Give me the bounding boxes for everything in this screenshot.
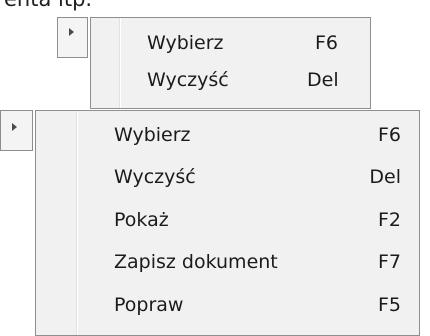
menu-item-popraw-shortcut: F5 xyxy=(377,294,401,316)
small-menu-item-wyczysc-label[interactable]: Wyczyść xyxy=(147,69,229,91)
large-menu-submenu-arrow-box[interactable] xyxy=(0,110,33,151)
menu-item-pokaz-label[interactable]: Pokaż xyxy=(114,209,169,231)
small-context-menu: Wybierz F6 Wyczyść Del xyxy=(90,17,371,109)
menu-item-popraw-label[interactable]: Popraw xyxy=(114,294,183,316)
small-menu-item-wyczysc-shortcut: Del xyxy=(307,69,339,91)
menu-item-zapisz-dokument-label[interactable]: Zapisz dokument xyxy=(114,251,278,273)
menu-item-zapisz-dokument-shortcut: F7 xyxy=(377,251,401,273)
menu-item-wyczysc-shortcut: Del xyxy=(369,166,401,188)
menu-item-pokaz-shortcut: F2 xyxy=(377,209,401,231)
menu-item-wyczysc-label[interactable]: Wyczyść xyxy=(114,166,196,188)
triangle-right-icon xyxy=(69,28,74,36)
small-menu-submenu-arrow-box[interactable] xyxy=(57,17,88,58)
small-menu-item-wybierz-shortcut: F6 xyxy=(315,32,339,54)
menu-item-wybierz-shortcut: F6 xyxy=(377,124,401,146)
document-caption-text: enta itp. xyxy=(4,0,92,11)
menu-item-wybierz-label[interactable]: Wybierz xyxy=(114,124,191,146)
small-menu-item-wybierz-label[interactable]: Wybierz xyxy=(147,32,224,54)
triangle-right-icon xyxy=(12,123,17,131)
large-context-menu: Wybierz F6 Wyczyść Del Pokaż F2 Zapisz d… xyxy=(35,110,420,336)
